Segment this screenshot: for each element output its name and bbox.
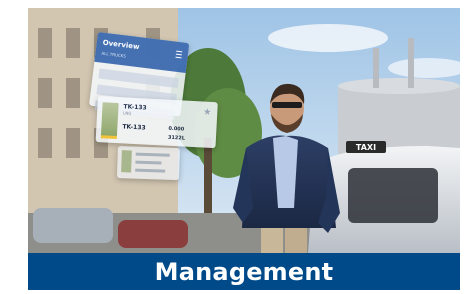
menu-icon[interactable] (175, 50, 183, 59)
tank-value-tertiary: 3122L (167, 134, 186, 142)
title-banner[interactable]: Management (28, 253, 460, 290)
banner-title: Management (154, 257, 334, 286)
hero-photo: TAXI Overview ALL TRUCKS TK-133 LNG TK-1… (28, 8, 460, 253)
secondary-line (135, 160, 162, 165)
svg-text:TAXI: TAXI (356, 143, 376, 152)
star-icon[interactable]: ★ (203, 108, 212, 118)
tank-value-primary: TK-133 (122, 123, 146, 132)
overview-title: Overview (102, 38, 140, 52)
tank-level-bar (100, 135, 117, 140)
secondary-line (135, 168, 166, 173)
tank-card[interactable]: TK-133 LNG TK-133 0.000 3122L ★ (95, 96, 218, 149)
secondary-thumbnail (121, 150, 132, 173)
overview-subtitle: ALL TRUCKS (101, 50, 127, 59)
secondary-card[interactable] (116, 146, 180, 181)
hero-card[interactable]: TAXI Overview ALL TRUCKS TK-133 LNG TK-1… (28, 8, 460, 290)
secondary-line (135, 152, 170, 157)
tank-value-secondary: 0.000 (168, 125, 185, 133)
tank-thumbnail (100, 102, 119, 138)
tank-type: LNG (123, 110, 132, 116)
